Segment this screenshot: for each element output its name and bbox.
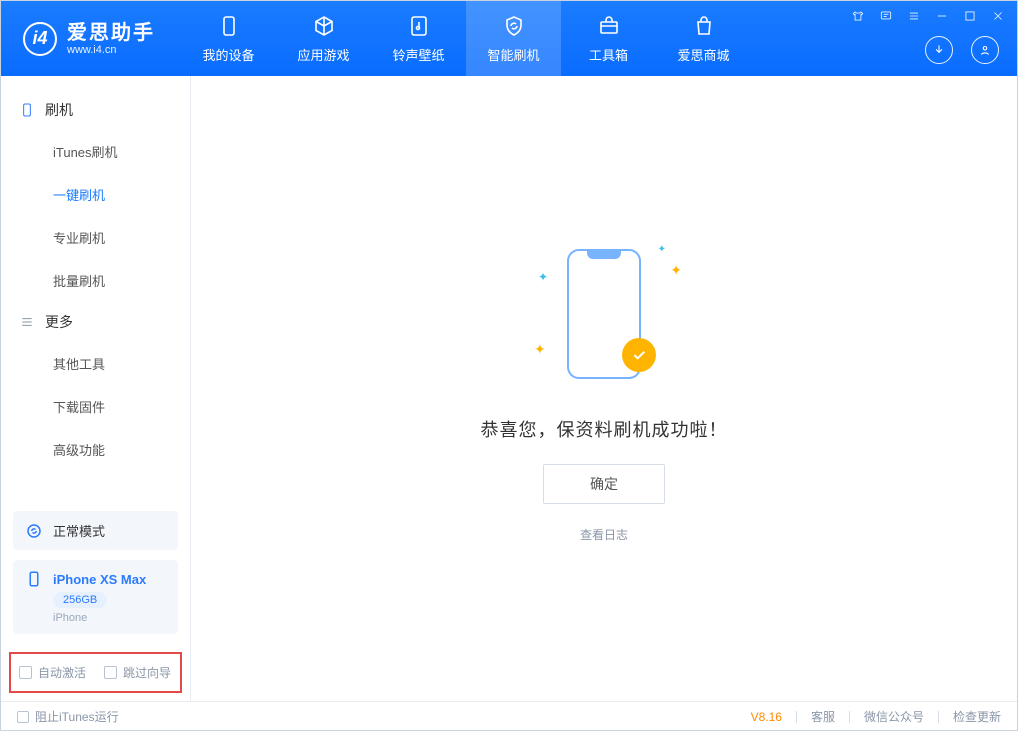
- device-icon: [19, 102, 35, 118]
- main-content: ✦ ✦ ✦ ✦ 恭喜您，保资料刷机成功啦！ 确定 查看日志: [191, 76, 1017, 701]
- sparkle-icon: ✦: [670, 262, 682, 279]
- sidebar: 刷机 iTunes刷机 一键刷机 专业刷机 批量刷机 更多 其他工具 下载固件 …: [1, 76, 191, 701]
- footer-link-wechat[interactable]: 微信公众号: [864, 708, 924, 725]
- user-button[interactable]: [971, 36, 999, 64]
- checkbox-block-itunes[interactable]: 阻止iTunes运行: [17, 708, 119, 725]
- divider: [796, 711, 797, 723]
- sidebar-group-label: 更多: [45, 312, 73, 332]
- tab-label: 智能刷机: [487, 45, 539, 64]
- bag-icon: [691, 13, 717, 39]
- divider: [938, 711, 939, 723]
- success-illustration: ✦ ✦ ✦ ✦: [524, 234, 684, 394]
- sidebar-item-batch-flash[interactable]: 批量刷机: [1, 259, 190, 302]
- device-type: iPhone: [53, 612, 87, 624]
- minimize-icon[interactable]: [935, 9, 949, 23]
- sparkle-icon: ✦: [658, 244, 666, 255]
- sidebar-item-pro-flash[interactable]: 专业刷机: [1, 216, 190, 259]
- device-name: iPhone XS Max: [53, 572, 146, 587]
- sidebar-group-label: 刷机: [45, 100, 73, 120]
- app-logo: i4 爱思助手 www.i4.cn: [1, 22, 173, 56]
- checkbox-icon: [104, 666, 117, 679]
- device-storage-badge: 256GB: [53, 592, 107, 608]
- sidebar-item-oneclick-flash[interactable]: 一键刷机: [1, 173, 190, 216]
- checkbox-icon: [19, 666, 32, 679]
- phone-icon: [25, 570, 43, 588]
- mode-card[interactable]: 正常模式: [13, 511, 178, 550]
- sidebar-cards: 正常模式 iPhone XS Max 256GB iPhone: [1, 501, 190, 644]
- tshirt-icon[interactable]: [851, 9, 865, 23]
- menu-icon[interactable]: [907, 9, 921, 23]
- ok-button[interactable]: 确定: [543, 464, 665, 504]
- app-header: i4 爱思助手 www.i4.cn 我的设备 应用游戏 铃声壁纸 智能刷机 工具…: [1, 1, 1017, 76]
- tab-ringtones[interactable]: 铃声壁纸: [371, 1, 466, 76]
- toolbox-icon: [596, 13, 622, 39]
- device-card[interactable]: iPhone XS Max 256GB iPhone: [13, 560, 178, 634]
- sync-icon: [25, 522, 43, 540]
- success-check-icon: [622, 338, 656, 372]
- sidebar-item-other-tools[interactable]: 其他工具: [1, 342, 190, 385]
- highlighted-checkbox-row: 自动激活 跳过向导: [9, 652, 182, 693]
- logo-icon: i4: [23, 22, 57, 56]
- checkbox-auto-activate[interactable]: 自动激活: [19, 664, 86, 681]
- tab-label: 铃声壁纸: [392, 45, 444, 64]
- sidebar-group-more[interactable]: 更多: [1, 302, 190, 342]
- phone-icon: [216, 13, 242, 39]
- download-button[interactable]: [925, 36, 953, 64]
- footer-link-update[interactable]: 检查更新: [953, 708, 1001, 725]
- tab-my-device[interactable]: 我的设备: [181, 1, 276, 76]
- checkbox-label: 跳过向导: [123, 664, 171, 681]
- tab-label: 我的设备: [202, 45, 254, 64]
- list-icon: [19, 314, 35, 330]
- cube-icon: [311, 13, 337, 39]
- app-title: 爱思助手: [67, 22, 155, 44]
- version-label: V8.16: [751, 710, 782, 724]
- tab-label: 应用游戏: [297, 45, 349, 64]
- mode-label: 正常模式: [53, 521, 105, 540]
- checkbox-icon: [17, 711, 29, 723]
- tab-smart-flash[interactable]: 智能刷机: [466, 1, 561, 76]
- sidebar-group-flash[interactable]: 刷机: [1, 90, 190, 130]
- shield-sync-icon: [501, 13, 527, 39]
- close-icon[interactable]: [991, 9, 1005, 23]
- feedback-icon[interactable]: [879, 9, 893, 23]
- maximize-icon[interactable]: [963, 9, 977, 23]
- logo-text: 爱思助手 www.i4.cn: [67, 22, 155, 56]
- tab-label: 工具箱: [589, 45, 628, 64]
- music-file-icon: [406, 13, 432, 39]
- header-action-icons: [925, 36, 999, 64]
- checkbox-skip-guide[interactable]: 跳过向导: [104, 664, 171, 681]
- checkbox-label: 自动激活: [38, 664, 86, 681]
- status-bar: 阻止iTunes运行 V8.16 客服 微信公众号 检查更新: [1, 701, 1017, 731]
- tab-toolbox[interactable]: 工具箱: [561, 1, 656, 76]
- checkbox-label: 阻止iTunes运行: [35, 708, 119, 725]
- sidebar-item-download-firmware[interactable]: 下载固件: [1, 385, 190, 428]
- sparkle-icon: ✦: [534, 341, 546, 358]
- header-tabs: 我的设备 应用游戏 铃声壁纸 智能刷机 工具箱 爱思商城: [181, 1, 751, 76]
- window-controls: [851, 9, 1005, 23]
- success-message: 恭喜您，保资料刷机成功啦！: [481, 416, 728, 442]
- sparkle-icon: ✦: [538, 270, 548, 284]
- sidebar-item-itunes-flash[interactable]: iTunes刷机: [1, 130, 190, 173]
- tab-label: 爱思商城: [677, 45, 729, 64]
- view-log-link[interactable]: 查看日志: [580, 526, 628, 543]
- divider: [849, 711, 850, 723]
- sidebar-item-advanced[interactable]: 高级功能: [1, 428, 190, 471]
- tab-store[interactable]: 爱思商城: [656, 1, 751, 76]
- tab-apps-games[interactable]: 应用游戏: [276, 1, 371, 76]
- app-subtitle: www.i4.cn: [67, 44, 155, 56]
- app-body: 刷机 iTunes刷机 一键刷机 专业刷机 批量刷机 更多 其他工具 下载固件 …: [1, 76, 1017, 701]
- footer-link-support[interactable]: 客服: [811, 708, 835, 725]
